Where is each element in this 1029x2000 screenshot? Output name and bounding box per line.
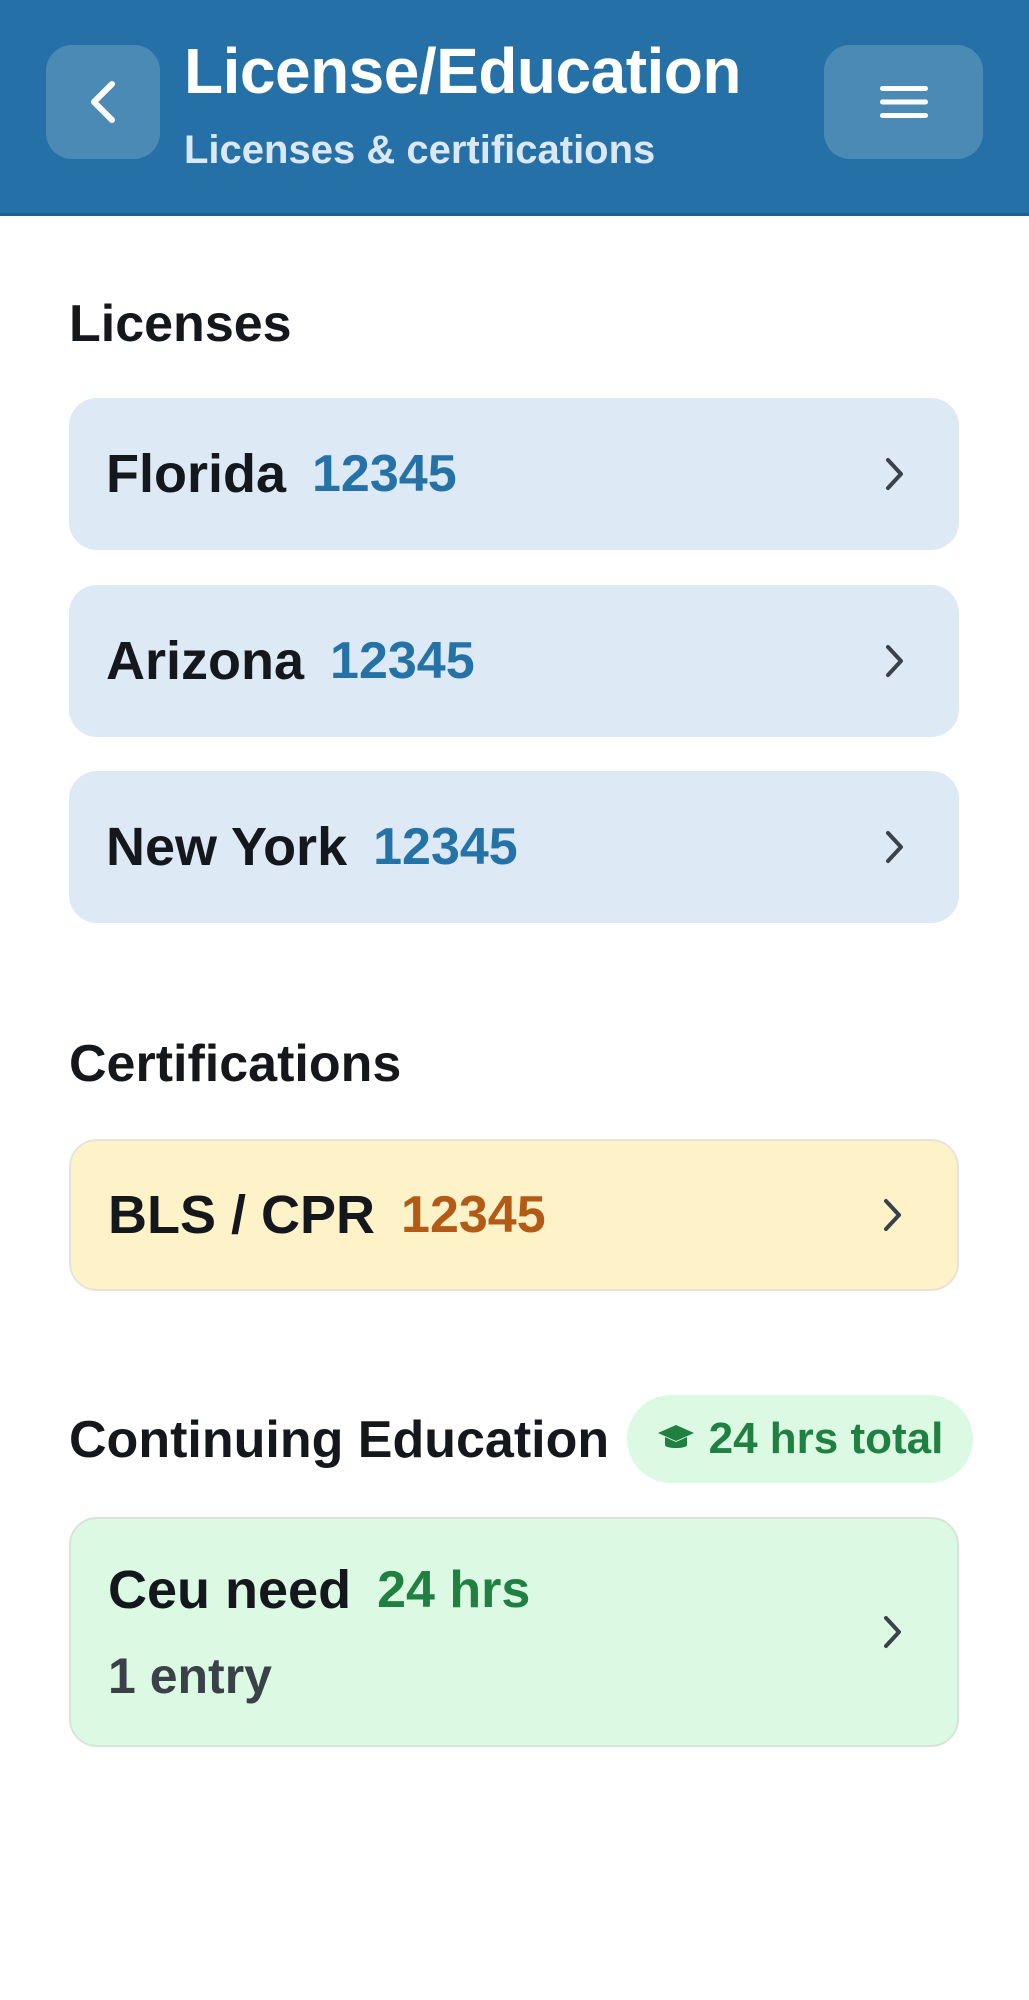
page-subtitle: Licenses & certifications: [184, 128, 656, 172]
page-title: License/Education: [184, 35, 741, 107]
ce-entry-count: 1 entry: [108, 1648, 272, 1704]
license-card-new-york[interactable]: New York 12345: [69, 771, 959, 923]
certification-name: BLS / CPR: [108, 1185, 376, 1245]
ce-name: Ceu need: [108, 1560, 352, 1620]
ce-hours: 24 hrs: [377, 1561, 531, 1619]
certification-card-bls-cpr[interactable]: BLS / CPR 12345: [69, 1139, 959, 1291]
chevron-left-icon: [91, 81, 115, 123]
section-title-licenses: Licenses: [69, 295, 292, 353]
chevron-right-icon: [886, 458, 903, 490]
license-state: Florida: [106, 444, 287, 504]
license-number: 12345: [312, 445, 457, 503]
license-state: Arizona: [106, 631, 305, 691]
ce-total-hours-text: 24 hrs total: [708, 1414, 944, 1463]
ce-card-ceu-need[interactable]: Ceu need 24 hrs 1 entry: [69, 1517, 959, 1747]
hamburger-menu-icon: [879, 86, 928, 118]
chevron-right-icon: [886, 645, 903, 677]
app-header: License/Education Licenses & certificati…: [0, 0, 1029, 216]
certification-number: 12345: [401, 1186, 546, 1244]
menu-button[interactable]: [824, 45, 983, 159]
graduation-cap-icon: [657, 1425, 694, 1448]
ce-total-hours-badge: 24 hrs total: [627, 1395, 973, 1483]
license-number: 12345: [330, 632, 475, 690]
section-title-certifications: Certifications: [69, 1035, 402, 1093]
license-card-arizona[interactable]: Arizona 12345: [69, 585, 959, 737]
chevron-right-icon: [884, 1616, 901, 1648]
section-title-continuing-education: Continuing Education: [69, 1411, 610, 1469]
license-state: New York: [106, 817, 348, 877]
chevron-right-icon: [884, 1199, 901, 1231]
license-number: 12345: [373, 818, 518, 876]
chevron-right-icon: [886, 831, 903, 863]
back-button[interactable]: [46, 45, 160, 159]
license-card-florida[interactable]: Florida 12345: [69, 398, 959, 550]
